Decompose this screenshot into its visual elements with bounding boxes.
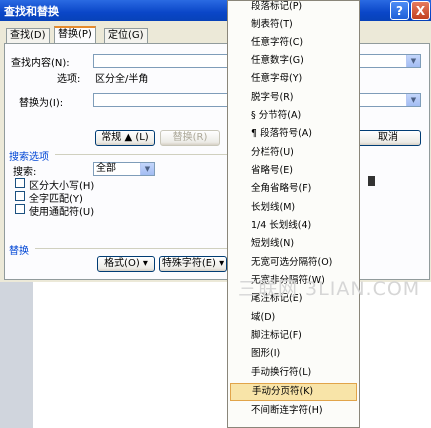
menu-item-em-dash[interactable]: 长划线(M) xyxy=(230,199,357,217)
wildcards-checkbox[interactable] xyxy=(15,204,25,214)
chevron-down-icon[interactable]: ▼ xyxy=(406,94,420,106)
wildcards-label: 使用通配符(U) xyxy=(29,207,95,218)
less-options-button[interactable]: 常规 ▲ (L) xyxy=(95,130,155,146)
search-label: 搜索: xyxy=(13,167,37,178)
menu-item-any-char[interactable]: 任意字符(C) xyxy=(230,34,357,52)
replace-pane: 查找内容(N): ▼ 选项: 区分全/半角 替换为(I): ▼ 常规 ▲ (L)… xyxy=(4,43,430,280)
menu-item-paragraph-mark[interactable]: 段落标记(P) xyxy=(230,0,357,16)
options-value: 区分全/半角 xyxy=(95,74,149,85)
menu-item-quarter-em-dash[interactable]: 1/4 长划线(4) xyxy=(230,217,357,235)
find-what-label: 查找内容(N): xyxy=(11,58,70,69)
partial-checkbox-glyph xyxy=(368,176,375,186)
divider xyxy=(55,154,227,155)
help-button[interactable]: ? xyxy=(390,1,409,20)
menu-item-fullwidth-ellipsis[interactable]: 全角省略号(F) xyxy=(230,180,357,198)
dialog-title: 查找和替换 xyxy=(4,5,59,18)
menu-item-any-letter[interactable]: 任意字母(Y) xyxy=(230,70,357,88)
menu-item-manual-line-break[interactable]: 手动换行符(L) xyxy=(230,364,357,382)
menu-item-optional-break[interactable]: 无宽可选分隔符(O) xyxy=(230,254,357,272)
title-bar: 查找和替换 ? X xyxy=(0,0,431,21)
divider xyxy=(35,248,227,249)
match-case-checkbox[interactable] xyxy=(15,178,25,188)
search-direction-value: 全部 xyxy=(96,163,116,174)
replace-section-heading: 替换 xyxy=(9,246,29,257)
whole-word-checkbox[interactable] xyxy=(15,191,25,201)
menu-item-ellipsis[interactable]: 省略号(E) xyxy=(230,162,357,180)
menu-item-caret[interactable]: 脱字号(R) xyxy=(230,89,357,107)
menu-item-column-break[interactable]: 分栏符(U) xyxy=(230,144,357,162)
special-characters-menu: 段落标记(P) 制表符(T) 任意字符(C) 任意数字(G) 任意字母(Y) 脱… xyxy=(227,0,360,428)
menu-item-paragraph-char[interactable]: ¶ 段落符号(A) xyxy=(230,125,357,143)
document-area xyxy=(0,282,33,428)
menu-item-en-dash[interactable]: 短划线(N) xyxy=(230,235,357,253)
close-button[interactable]: X xyxy=(411,1,430,20)
menu-item-nonbreaking-hyphen[interactable]: 不间断连字符(H) xyxy=(230,402,357,420)
menu-item-manual-page-break[interactable]: 手动分页符(K) xyxy=(230,383,357,401)
menu-item-graphic[interactable]: 图形(I) xyxy=(230,345,357,363)
watermark: 三联网 3LIAN.COM xyxy=(238,278,421,300)
tab-find[interactable]: 查找(D) xyxy=(6,28,50,43)
special-button[interactable]: 特殊字符(E) ▾ xyxy=(159,256,227,272)
chevron-down-icon[interactable]: ▼ xyxy=(140,163,154,175)
menu-item-any-digit[interactable]: 任意数字(G) xyxy=(230,52,357,70)
replace-with-label: 替换为(I): xyxy=(19,98,64,109)
tab-replace[interactable]: 替换(P) xyxy=(54,26,96,44)
chevron-down-icon[interactable]: ▼ xyxy=(406,55,420,67)
menu-item-tab-char[interactable]: 制表符(T) xyxy=(230,16,357,34)
replace-button[interactable]: 替换(R) xyxy=(160,130,220,146)
search-options-heading: 搜索选项 xyxy=(9,152,49,163)
tab-goto[interactable]: 定位(G) xyxy=(104,28,148,43)
cancel-button[interactable]: 取消 xyxy=(355,130,421,146)
menu-item-section-char[interactable]: § 分节符(A) xyxy=(230,107,357,125)
options-label: 选项: xyxy=(57,74,81,85)
find-replace-dialog: 查找和替换 ? X 查找(D) 替换(P) 定位(G) 查找内容(N): ▼ 选… xyxy=(0,0,431,282)
menu-item-field[interactable]: 域(D) xyxy=(230,309,357,327)
search-direction-select[interactable]: 全部 ▼ xyxy=(93,162,155,176)
menu-item-footnote-mark[interactable]: 脚注标记(F) xyxy=(230,327,357,345)
format-button[interactable]: 格式(O) ▾ xyxy=(97,256,155,272)
